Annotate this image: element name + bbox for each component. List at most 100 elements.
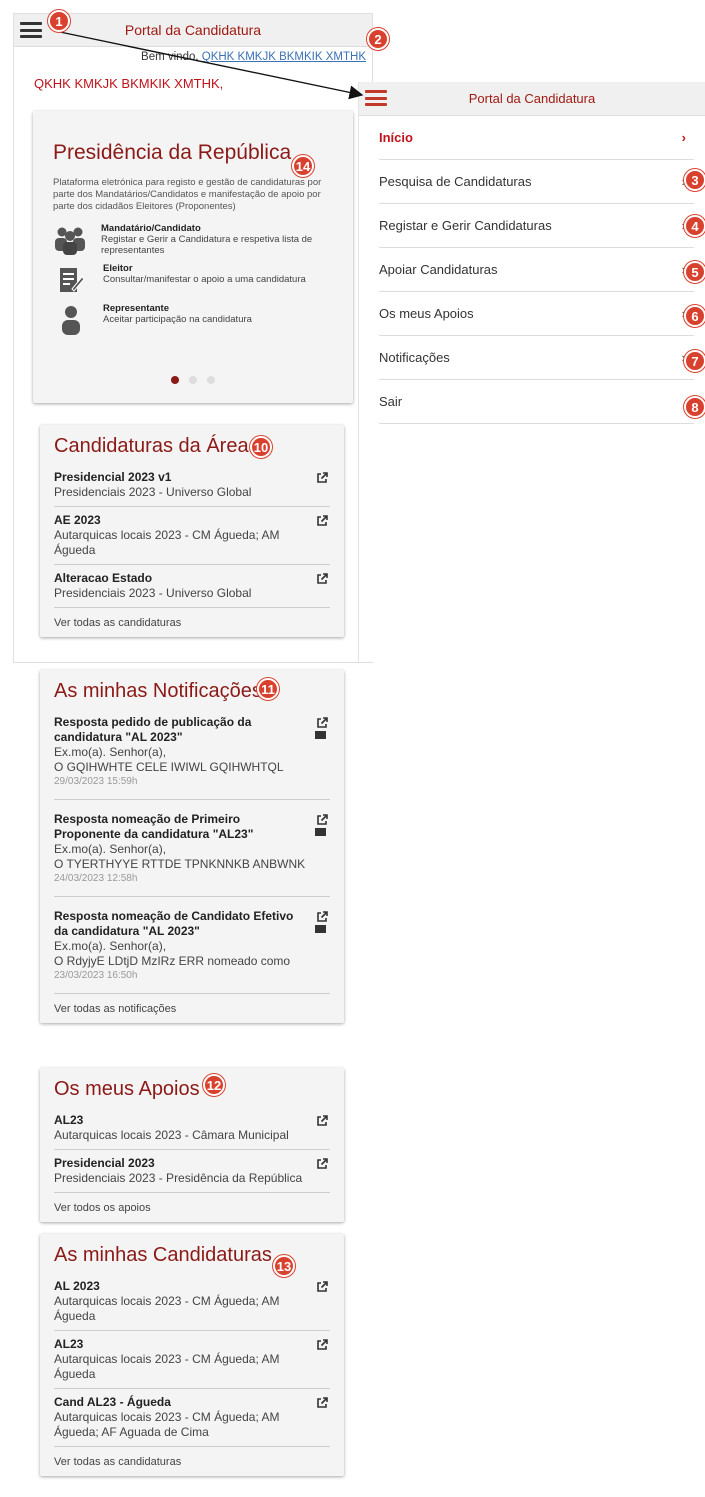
list-item[interactable]: Resposta nomeação de Candidato Efetivo d… [54,897,330,994]
carousel-description: Plataforma eletrónica para registo e ges… [53,177,322,212]
chevron-right-icon: › [681,130,686,145]
menu-item-label: Registar e Gerir Candidaturas [379,218,552,233]
person-icon [53,303,89,337]
item-subtitle: Autarquicas locais 2023 - CM Águeda; AM … [54,528,280,557]
card-title: As minhas Notificações [54,680,262,702]
callout-badge: 10 [250,436,272,458]
callout-badge: 5 [684,261,705,283]
list-item[interactable]: Resposta nomeação de Primeiro Proponente… [54,800,330,897]
item-body: O GQIHWHTE CELE IWIWL GQIHWHTQL [54,760,284,774]
external-link-icon[interactable] [316,1396,328,1414]
callout-badge: 12 [203,1074,225,1096]
external-link-icon[interactable] [316,514,328,532]
carousel-dot-3[interactable] [207,376,215,384]
envelope-icon[interactable] [315,828,326,836]
side-menu: Portal da Candidatura Início › Pesquisa d… [358,82,705,662]
menu-item-registar[interactable]: Registar e Gerir Candidaturas› [379,204,694,248]
list-item[interactable]: Presidencial 2023 v1 Presidenciais 2023 … [54,464,330,507]
menu-item-label: Notificações [379,350,450,365]
item-title: Resposta nomeação de Candidato Efetivo d… [54,909,294,938]
role-desc: Registar e Gerir a Candidatura e respeti… [101,234,313,257]
callout-badge: 3 [684,169,705,191]
user-profile-link[interactable]: QKHK KMKJK BKMKIK XMTHK [202,51,366,63]
list-item[interactable]: AL23 Autarquicas locais 2023 - CM Águeda… [54,1331,330,1389]
menu-item-label: Os meus Apoios [379,306,474,321]
item-body: O TYERTHYYE RTTDE TPNKNNKB ANBWNK [54,857,306,871]
callout-badge: 13 [273,1255,295,1277]
role-name: Mandatário/Candidato [101,222,201,234]
item-subtitle: Presidenciais 2023 - Universo Global [54,586,252,600]
item-title: AL23 [54,1337,84,1351]
item-title: Presidencial 2023 v1 [54,470,172,484]
callout-badge: 11 [257,678,279,700]
menu-item-label: Início [379,130,413,145]
item-date: 24/03/2023 12:58h [54,873,138,884]
list-item[interactable]: Cand AL23 - Águeda Autarquicas locais 20… [54,1389,330,1447]
menu-item-apoios[interactable]: Os meus Apoios› [379,292,694,336]
callout-badge: 14 [292,155,314,177]
item-greeting: Ex.mo(a). Senhor(a), [54,745,167,759]
menu-item-inicio[interactable]: Início › [379,116,694,160]
card-notificacoes: As minhas Notificações Resposta pedido d… [40,670,344,1023]
item-date: 29/03/2023 15:59h [54,776,138,787]
see-all-link[interactable]: Ver todas as candidaturas [54,608,330,637]
list-item[interactable]: AL23 Autarquicas locais 2023 - Câmara Mu… [54,1107,330,1150]
card-area-candidaturas: Candidaturas da Área Presidencial 2023 v… [40,425,344,637]
external-link-icon[interactable] [316,1114,328,1132]
item-subtitle: Autarquicas locais 2023 - CM Águeda; AM … [54,1294,280,1323]
item-title: Resposta pedido de publicação da candida… [54,715,252,744]
menu-item-sair[interactable]: Sair [379,380,694,424]
callout-badge: 1 [48,10,70,32]
menu-item-notificacoes[interactable]: Notificações› [379,336,694,380]
list-item[interactable]: Presidencial 2023 Presidenciais 2023 - P… [54,1150,330,1193]
item-greeting: Ex.mo(a). Senhor(a), [54,939,167,953]
callout-badge: 4 [684,215,705,237]
item-greeting: Ex.mo(a). Senhor(a), [54,842,167,856]
hamburger-menu-icon[interactable] [20,20,42,40]
carousel-title: Presidência da República [53,141,292,164]
card-minhas-candidaturas: As minhas Candidaturas AL 2023 Autarquic… [40,1234,344,1476]
external-link-icon[interactable] [316,1280,328,1298]
menu-item-label: Apoiar Candidaturas [379,262,498,277]
envelope-icon[interactable] [315,731,326,739]
username-heading: QKHK KMKJK BKMKIK XMTHK, [34,76,224,91]
role-name: Eleitor [103,262,133,274]
external-link-icon[interactable] [316,1157,328,1175]
menu-item-apoiar[interactable]: Apoiar Candidaturas› [379,248,694,292]
welcome-prefix: Bem vindo, [141,51,199,63]
item-subtitle: Presidenciais 2023 - Universo Global [54,485,252,499]
item-title: AL23 [54,1113,84,1127]
item-subtitle: Autarquicas locais 2023 - CM Águeda; AM … [54,1352,280,1381]
group-icon [53,223,87,257]
see-all-link[interactable]: Ver todos os apoios [54,1193,330,1222]
list-item[interactable]: AL 2023 Autarquicas locais 2023 - CM Águ… [54,1273,330,1331]
external-link-icon[interactable] [316,471,328,489]
see-all-link[interactable]: Ver todas as candidaturas [54,1447,330,1476]
menu-item-label: Pesquisa de Candidaturas [379,174,532,189]
role-mandatario: Mandatário/Candidato Registar e Gerir a C… [53,223,333,257]
list-item[interactable]: AE 2023 Autarquicas locais 2023 - CM Águ… [54,507,330,565]
carousel-dots [33,371,353,389]
card-apoios: Os meus Apoios AL23 Autarquicas locais 2… [40,1068,344,1222]
carousel-dot-2[interactable] [189,376,197,384]
external-link-icon[interactable] [316,1338,328,1356]
menu-item-pesquisa[interactable]: Pesquisa de Candidaturas› [379,160,694,204]
menu-item-label: Sair [379,394,403,409]
item-title: Presidencial 2023 [54,1156,155,1170]
role-representante: Representante Aceitar participação na can… [53,303,333,337]
callout-badge: 7 [684,350,705,372]
envelope-icon[interactable] [315,925,326,933]
callout-badge: 2 [367,28,389,50]
role-eleitor: Eleitor Consultar/manifestar o apoio a um… [53,263,333,297]
role-name: Representante [103,302,169,314]
see-all-link[interactable]: Ver todas as notificações [54,994,330,1023]
list-item[interactable]: Alteracao Estado Presidenciais 2023 - Un… [54,565,330,608]
form-edit-icon [53,263,89,297]
hamburger-menu-icon[interactable] [365,88,387,108]
item-date: 23/03/2023 16:50h [54,970,138,981]
external-link-icon[interactable] [316,572,328,590]
welcome-bar: Bem vindo, QKHK KMKJK BKMKIK XMTHK [14,47,372,69]
carousel-dot-1[interactable] [171,376,179,384]
list-item[interactable]: Resposta pedido de publicação da candida… [54,709,330,800]
card-title: Os meus Apoios [54,1078,200,1100]
